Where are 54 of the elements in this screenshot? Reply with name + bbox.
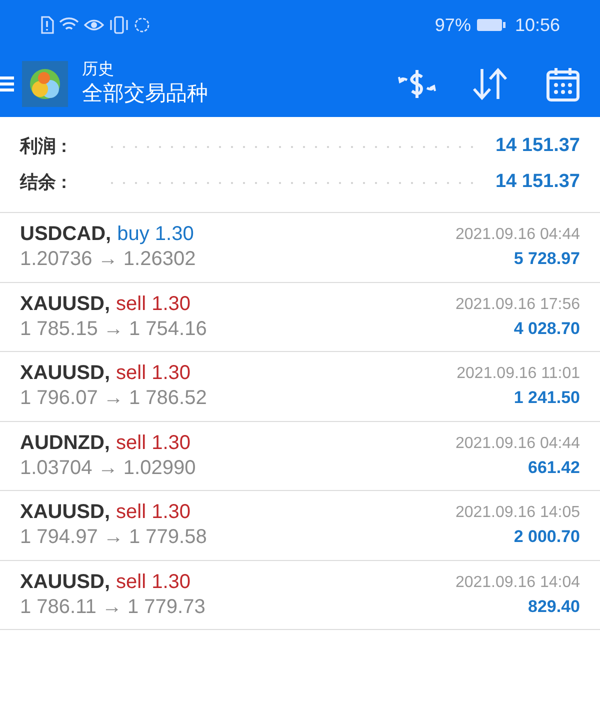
screen-title: 历史 [82, 60, 115, 80]
trade-profit: 5 728.97 [514, 248, 580, 270]
sort-icon[interactable] [472, 66, 508, 100]
trade-symbol: XAUUSD, [20, 361, 110, 386]
trade-order: sell 1.30 [116, 292, 191, 317]
trade-prices: 1 785.15 → 1 754.16 [20, 316, 208, 342]
clock: 10:56 [514, 14, 560, 36]
trade-row[interactable]: XAUUSD, sell 1.30 1 794.97 → 1 779.58 2021.09.16 14:05 2 000.70 [0, 491, 600, 560]
trade-row[interactable]: XAUUSD, sell 1.30 1 796.07 → 1 786.52 2021.09.16 11:01 1 241.50 [0, 352, 600, 422]
eye-icon [84, 18, 104, 32]
trade-symbol: XAUUSD, [20, 500, 110, 526]
trade-profit: 661.42 [528, 456, 580, 479]
trade-time: 2021.09.16 04:44 [455, 434, 580, 454]
trade-row[interactable]: XAUUSD, sell 1.30 1 785.15 → 1 754.16 2021.09.16 17:56 4 028.70 [0, 282, 600, 352]
trade-profit: 1 241.50 [514, 387, 580, 410]
trade-symbol: XAUUSD, [20, 570, 110, 595]
trade-row[interactable]: AUDNZD, sell 1.30 1.03704 → 1.02990 2021.09.16 04:44 661.42 [0, 422, 600, 491]
trade-order: buy 1.30 [117, 222, 194, 248]
currency-exchange-icon[interactable] [398, 68, 436, 100]
calendar-icon[interactable] [546, 66, 580, 102]
trade-prices: 1 796.07 → 1 786.52 [20, 386, 208, 412]
trade-symbol: USDCAD, [20, 222, 112, 248]
trade-order: sell 1.30 [116, 361, 191, 386]
battery-icon [476, 18, 506, 32]
summary-value: 14 151.37 [495, 170, 580, 194]
trade-profit: 4 028.70 [514, 318, 580, 340]
trade-time: 2021.09.16 11:01 [456, 364, 580, 384]
summary-label: 结余 : [20, 171, 68, 194]
trade-time: 2021.09.16 17:56 [455, 294, 580, 315]
trade-row[interactable]: XAUUSD, sell 1.30 1 786.11 → 1 779.73 2021.09.16 14:04 829.40 [0, 560, 600, 630]
trade-profit: 2 000.70 [514, 526, 580, 548]
trade-time: 2021.09.16 14:04 [455, 572, 580, 593]
trade-order: sell 1.30 [116, 430, 190, 456]
loading-icon [134, 17, 150, 33]
screen-subtitle[interactable]: 全部交易品种 [82, 80, 208, 108]
trade-symbol: XAUUSD, [20, 292, 110, 317]
trade-time: 2021.09.16 04:44 [455, 225, 580, 246]
trade-prices: 1 794.97 → 1 779.58 [20, 525, 208, 550]
summary-label: 利润 : [20, 135, 68, 158]
trade-row[interactable]: USDCAD, buy 1.30 1.20736 → 1.26302 2021.09.16 04:44 5 728.97 [0, 213, 600, 282]
summary-value: 14 151.37 [495, 134, 580, 158]
trade-order: sell 1.30 [116, 500, 191, 526]
trade-time: 2021.09.16 14:05 [455, 503, 580, 524]
trade-symbol: AUDNZD, [20, 430, 110, 456]
app-logo-icon[interactable] [22, 60, 68, 106]
trade-prices: 1 786.11 → 1 779.73 [20, 594, 206, 620]
trade-order: sell 1.30 [116, 570, 191, 595]
battery-percent: 97% [434, 14, 471, 36]
trade-prices: 1.03704 → 1.02990 [20, 456, 197, 481]
trade-profit: 829.40 [528, 596, 580, 618]
trade-prices: 1.20736 → 1.26302 [20, 247, 197, 272]
menu-icon[interactable] [0, 74, 14, 92]
sim-alert-icon [40, 16, 54, 34]
vibrate-icon [109, 16, 129, 34]
